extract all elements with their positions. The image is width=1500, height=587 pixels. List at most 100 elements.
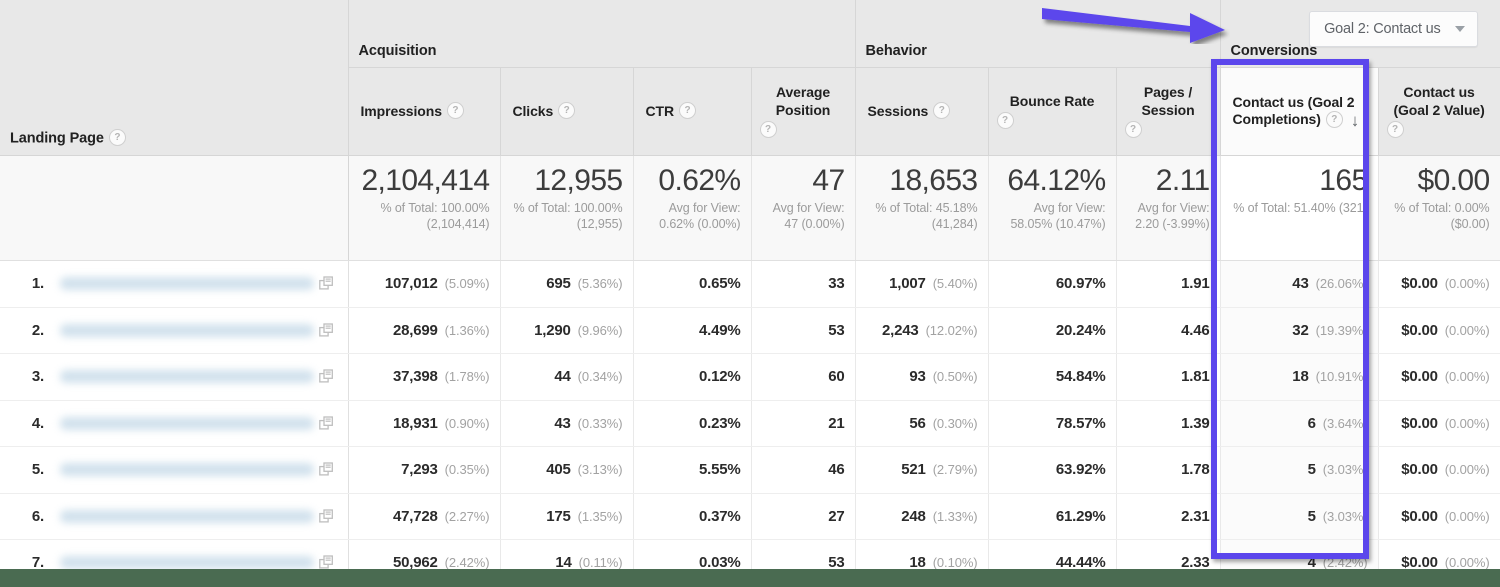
help-icon[interactable]: ? [1125,121,1142,138]
cell-sessions: 2,243(12.02%) [855,307,988,354]
cell-value: 43 [1292,275,1308,292]
landing-page-header-cell[interactable]: Landing Page? [0,0,348,156]
cell-pages-session: 1.78 [1116,447,1220,494]
landing-page-cell[interactable]: 3. [0,354,348,401]
landing-page-url-redacted[interactable] [60,417,314,430]
conversions-label: Conversions [1231,43,1318,59]
summary-sessions-sub: % of Total: 45.18% (41,284) [862,200,978,232]
cell-clicks: 44(0.34%) [500,354,633,401]
cell-bounce-rate: 54.84% [988,354,1116,401]
cell-avg-position: 21 [751,400,855,447]
summary-clicks: 12,955 % of Total: 100.00% (12,955) [500,156,633,261]
help-icon[interactable]: ? [1387,121,1404,138]
cell-clicks: 43(0.33%) [500,400,633,447]
cell-value: 248 [901,508,925,525]
cell-percent: (12.02%) [926,323,978,338]
cell-value: 60.97% [1056,275,1106,292]
open-in-new-window-icon[interactable] [314,369,340,384]
cell-value: 54.84% [1056,368,1106,385]
summary-clicks-value: 12,955 [507,165,623,197]
clicks-label: Clicks [513,103,554,119]
column-header-goal2-value[interactable]: Contact us (Goal 2 Value)? [1378,68,1500,156]
cell-ctr: 4.49% [633,307,751,354]
column-header-average-position[interactable]: Average Position? [751,68,855,156]
cell-value: 175 [546,508,570,525]
help-icon[interactable]: ? [447,102,464,119]
sort-descending-icon[interactable]: ↓ [1351,112,1364,129]
landing-page-url-redacted[interactable] [60,324,314,337]
help-icon[interactable]: ? [933,102,950,119]
landing-page-cell[interactable]: 2. [0,307,348,354]
summary-row: 2,104,414 % of Total: 100.00% (2,104,414… [0,156,1500,261]
help-icon[interactable]: ? [997,112,1014,129]
landing-page-cell[interactable]: 1. [0,261,348,308]
cell-percent: (3.03%) [1323,509,1368,524]
summary-goal2-value-value: $0.00 [1385,165,1490,197]
open-in-new-window-icon[interactable] [314,462,340,477]
cell-value: 43 [554,415,570,432]
column-header-pages-session[interactable]: Pages / Session? [1116,68,1220,156]
cell-value: 0.37% [699,508,741,525]
cell-pages-session: 1.91 [1116,261,1220,308]
help-icon[interactable]: ? [679,102,696,119]
cell-bounce-rate: 20.24% [988,307,1116,354]
cell-goal2-value: $0.00(0.00%) [1378,400,1500,447]
cell-value: 33 [828,275,844,292]
cell-impressions: 37,398(1.78%) [348,354,500,401]
cell-percent: (0.00%) [1445,369,1490,384]
cell-percent: (5.09%) [445,276,490,291]
landing-page-cell[interactable]: 6. [0,493,348,540]
conversions-group-header: Conversions Goal 2: Contact us [1220,0,1500,68]
column-header-clicks[interactable]: Clicks? [500,68,633,156]
cell-goal2-completions: 18(10.91%) [1220,354,1378,401]
landing-page-cell[interactable]: 4. [0,400,348,447]
bottom-accent-bar [0,569,1500,587]
landing-page-cell[interactable]: 5. [0,447,348,494]
open-in-new-window-icon[interactable] [314,509,340,524]
cell-value: 5 [1308,508,1316,525]
cell-percent: (0.00%) [1445,276,1490,291]
cell-value: $0.00 [1401,508,1438,525]
cell-value: 28,699 [393,322,438,339]
chevron-down-icon [1455,26,1465,32]
cell-goal2-value: $0.00(0.00%) [1378,447,1500,494]
cell-goal2-completions: 5 (3.03%) [1220,493,1378,540]
goal-selector-dropdown[interactable]: Goal 2: Contact us [1309,11,1478,47]
cell-percent: (1.78%) [445,369,490,384]
landing-page-url-redacted[interactable] [60,277,314,290]
cell-ctr: 0.37% [633,493,751,540]
cell-goal2-value: $0.00(0.00%) [1378,354,1500,401]
help-icon[interactable]: ? [558,102,575,119]
column-header-bounce-rate[interactable]: Bounce Rate? [988,68,1116,156]
group-header-row: Landing Page? Acquisition Behavior Conve… [0,0,1500,68]
summary-pages-session: 2.11 Avg for View: 2.20 (-3.99%) [1116,156,1220,261]
cell-bounce-rate: 60.97% [988,261,1116,308]
cell-value: 521 [901,461,925,478]
landing-page-url-redacted[interactable] [60,510,314,523]
cell-value: 1,290 [534,322,571,339]
landing-page-url-redacted[interactable] [60,370,314,383]
summary-goal2-completions-value: 165 [1227,165,1368,197]
column-header-goal2-completions[interactable]: Contact us (Goal 2 Completions)?↓ [1220,68,1378,156]
cell-percent: (0.00%) [1445,323,1490,338]
cell-value: 4.49% [699,322,741,339]
cell-percent: (3.64%) [1323,416,1368,431]
column-header-ctr[interactable]: CTR? [633,68,751,156]
cell-impressions: 107,012(5.09%) [348,261,500,308]
cell-value: 5.55% [699,461,741,478]
cell-value: $0.00 [1401,415,1438,432]
open-in-new-window-icon[interactable] [314,416,340,431]
column-header-impressions[interactable]: Impressions? [348,68,500,156]
landing-page-url-redacted[interactable] [60,463,314,476]
landing-page-url-redacted[interactable] [60,556,314,569]
help-icon[interactable]: ? [760,121,777,138]
cell-value: 0.65% [699,275,741,292]
open-in-new-window-icon[interactable] [314,323,340,338]
open-in-new-window-icon[interactable] [314,276,340,291]
help-icon[interactable]: ? [1326,111,1343,128]
cell-percent: (0.00%) [1445,462,1490,477]
help-icon[interactable]: ? [109,129,126,146]
cell-value: $0.00 [1401,275,1438,292]
column-header-sessions[interactable]: Sessions? [855,68,988,156]
table-row: 6.47,728(2.27%)175(1.35%)0.37%27248(1.33… [0,493,1500,540]
